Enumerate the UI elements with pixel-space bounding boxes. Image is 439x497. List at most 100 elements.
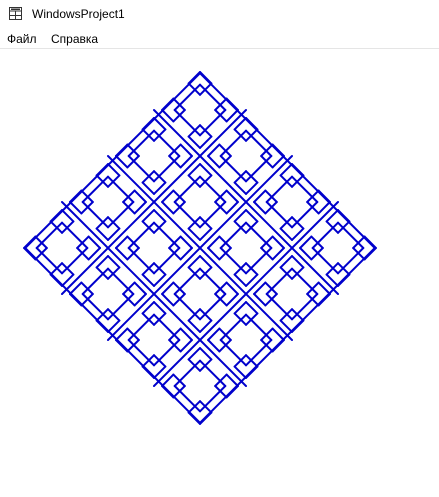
fractal-segment <box>173 83 201 111</box>
fractal-segment <box>127 247 155 275</box>
fractal-segment <box>81 175 109 203</box>
fractal-segment <box>317 293 331 307</box>
fractal-segment <box>363 247 377 261</box>
fractal-segment <box>35 221 63 249</box>
fractal-segment <box>127 155 155 183</box>
fractal-segment <box>219 221 247 249</box>
fractal-segment <box>265 201 293 229</box>
fractal-segment <box>107 175 135 203</box>
fractal-segment <box>173 385 201 413</box>
menu-help[interactable]: Справка <box>50 32 99 46</box>
fractal-segment <box>81 267 109 295</box>
fractal-segment <box>141 365 155 379</box>
fractal-segment <box>245 365 259 379</box>
fractal-segment <box>161 97 175 111</box>
fractal-segment <box>337 221 365 249</box>
fractal-segment <box>173 201 201 229</box>
fractal-segment <box>153 155 181 183</box>
app-window-icon[interactable] <box>9 7 22 20</box>
fractal-segment <box>127 129 155 157</box>
fractal-segment <box>173 175 201 203</box>
fractal-segment <box>291 175 319 203</box>
fractal-segment <box>219 313 247 341</box>
fractal-segment <box>161 385 175 399</box>
fractal-segment <box>49 273 63 287</box>
fractal-segment <box>337 247 365 275</box>
fractal-segment <box>199 71 213 85</box>
fractal-segment <box>291 163 305 177</box>
fractal-segment <box>127 339 155 367</box>
fractal-segment <box>187 71 201 85</box>
fractal-segment <box>291 201 319 229</box>
fractal-segment <box>363 235 377 249</box>
client-area <box>0 49 439 497</box>
fractal-segment <box>291 319 305 333</box>
fractal-segment <box>245 117 259 131</box>
fractal-segment <box>219 247 247 275</box>
fractal-segment <box>219 155 247 183</box>
fractal-segment <box>337 273 351 287</box>
fractal-segment <box>127 221 155 249</box>
fractal-segment <box>219 129 247 157</box>
fractal-segment <box>141 117 155 131</box>
fractal-segment <box>61 221 89 249</box>
fractal-segment <box>199 267 227 295</box>
fractal-segment <box>225 97 239 111</box>
fractal-segment <box>115 143 129 157</box>
title-bar: WindowsProject1 <box>0 0 439 30</box>
fractal-segment <box>245 129 273 157</box>
fractal-segment <box>199 385 227 413</box>
fractal-segment <box>199 83 227 111</box>
fractal-segment <box>199 109 227 137</box>
fractal-segment <box>95 319 109 333</box>
fractal-segment <box>49 209 63 223</box>
fractal-segment <box>291 267 319 295</box>
fractal-segment <box>271 143 285 157</box>
fractal-segment <box>245 247 273 275</box>
fractal-segment <box>61 247 89 275</box>
fractal-segment <box>311 221 339 249</box>
menu-bar: Файл Справка <box>0 30 439 49</box>
fractal-segment <box>199 359 227 387</box>
fractal-segment <box>153 313 181 341</box>
fractal-segment <box>23 235 37 249</box>
fractal-segment <box>199 293 227 321</box>
fractal-segment <box>107 267 135 295</box>
fractal-segment <box>187 411 201 425</box>
fractal-segment <box>153 339 181 367</box>
window-title: WindowsProject1 <box>32 7 125 21</box>
fractal-segment <box>311 247 339 275</box>
fractal-segment <box>265 175 293 203</box>
fractal-segment <box>107 201 135 229</box>
fractal-segment <box>245 155 273 183</box>
fractal-segment <box>153 221 181 249</box>
fractal-segment <box>199 411 213 425</box>
fractal-segment <box>199 201 227 229</box>
fractal-segment <box>291 293 319 321</box>
fractal-segment <box>245 221 273 249</box>
fractal-segment <box>173 109 201 137</box>
fractal-segment <box>225 385 239 399</box>
fractal-segment <box>199 175 227 203</box>
fractal-canvas <box>23 71 377 425</box>
fractal-segment <box>271 339 285 353</box>
fractal-segment <box>107 293 135 321</box>
fractal-segment <box>337 209 351 223</box>
fractal-segment <box>173 267 201 295</box>
fractal-segment <box>69 293 83 307</box>
fractal-segment <box>245 339 273 367</box>
fractal-segment <box>173 293 201 321</box>
fractal-segment <box>127 313 155 341</box>
fractal-segment <box>35 247 63 275</box>
menu-file[interactable]: Файл <box>6 32 38 46</box>
fractal-segment <box>245 313 273 341</box>
fractal-segment <box>23 247 37 261</box>
fractal-segment <box>265 293 293 321</box>
fractal-segment <box>153 247 181 275</box>
fractal-segment <box>81 201 109 229</box>
fractal-segment <box>115 339 129 353</box>
fractal-segment <box>95 163 109 177</box>
fractal-segment <box>265 267 293 295</box>
fractal-segment <box>69 189 83 203</box>
fractal-segment <box>153 129 181 157</box>
